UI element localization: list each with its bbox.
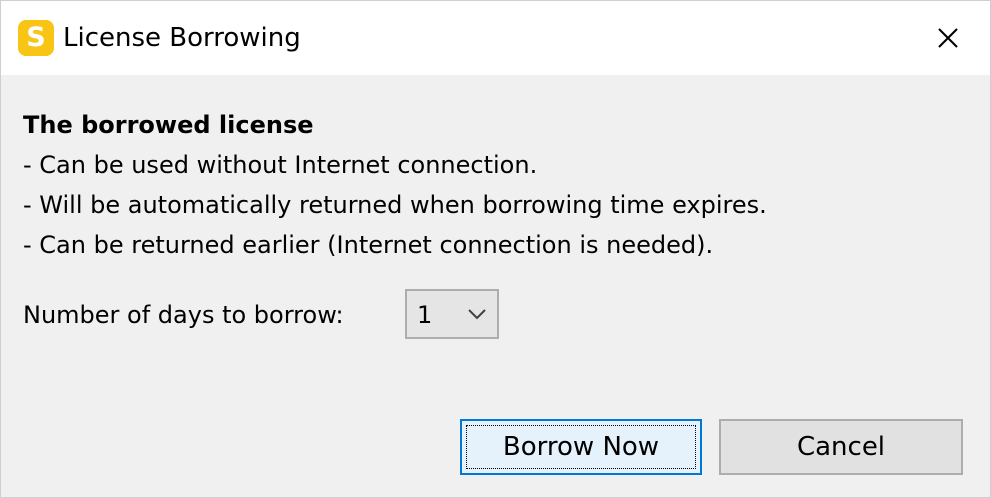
cancel-label: Cancel <box>796 432 886 462</box>
days-to-borrow-dropdown[interactable]: 1 <box>405 289 499 339</box>
title-bar: S License Borrowing <box>1 1 990 75</box>
borrow-now-button[interactable]: Borrow Now <box>460 419 702 475</box>
close-icon <box>938 28 958 48</box>
chevron-down-icon <box>468 309 486 320</box>
info-line: - Can be used without Internet connectio… <box>23 151 538 179</box>
cancel-button[interactable]: Cancel <box>719 419 963 475</box>
dialog-content: The borrowed license - Can be used witho… <box>1 75 990 497</box>
window-title: License Borrowing <box>63 23 301 53</box>
info-line: - Will be automatically returned when bo… <box>23 191 767 219</box>
borrow-now-label: Borrow Now <box>502 432 660 462</box>
app-logo-icon: S <box>18 20 54 56</box>
info-text-block: The borrowed license - Can be used witho… <box>23 105 767 265</box>
days-to-borrow-label: Number of days to borrow: <box>23 301 344 329</box>
close-button[interactable] <box>919 13 977 63</box>
days-selected-value: 1 <box>417 301 433 329</box>
license-borrowing-dialog: S License Borrowing The borrowed license… <box>0 0 991 498</box>
info-line: - Can be returned earlier (Internet conn… <box>23 231 714 259</box>
info-heading: The borrowed license <box>23 111 314 139</box>
